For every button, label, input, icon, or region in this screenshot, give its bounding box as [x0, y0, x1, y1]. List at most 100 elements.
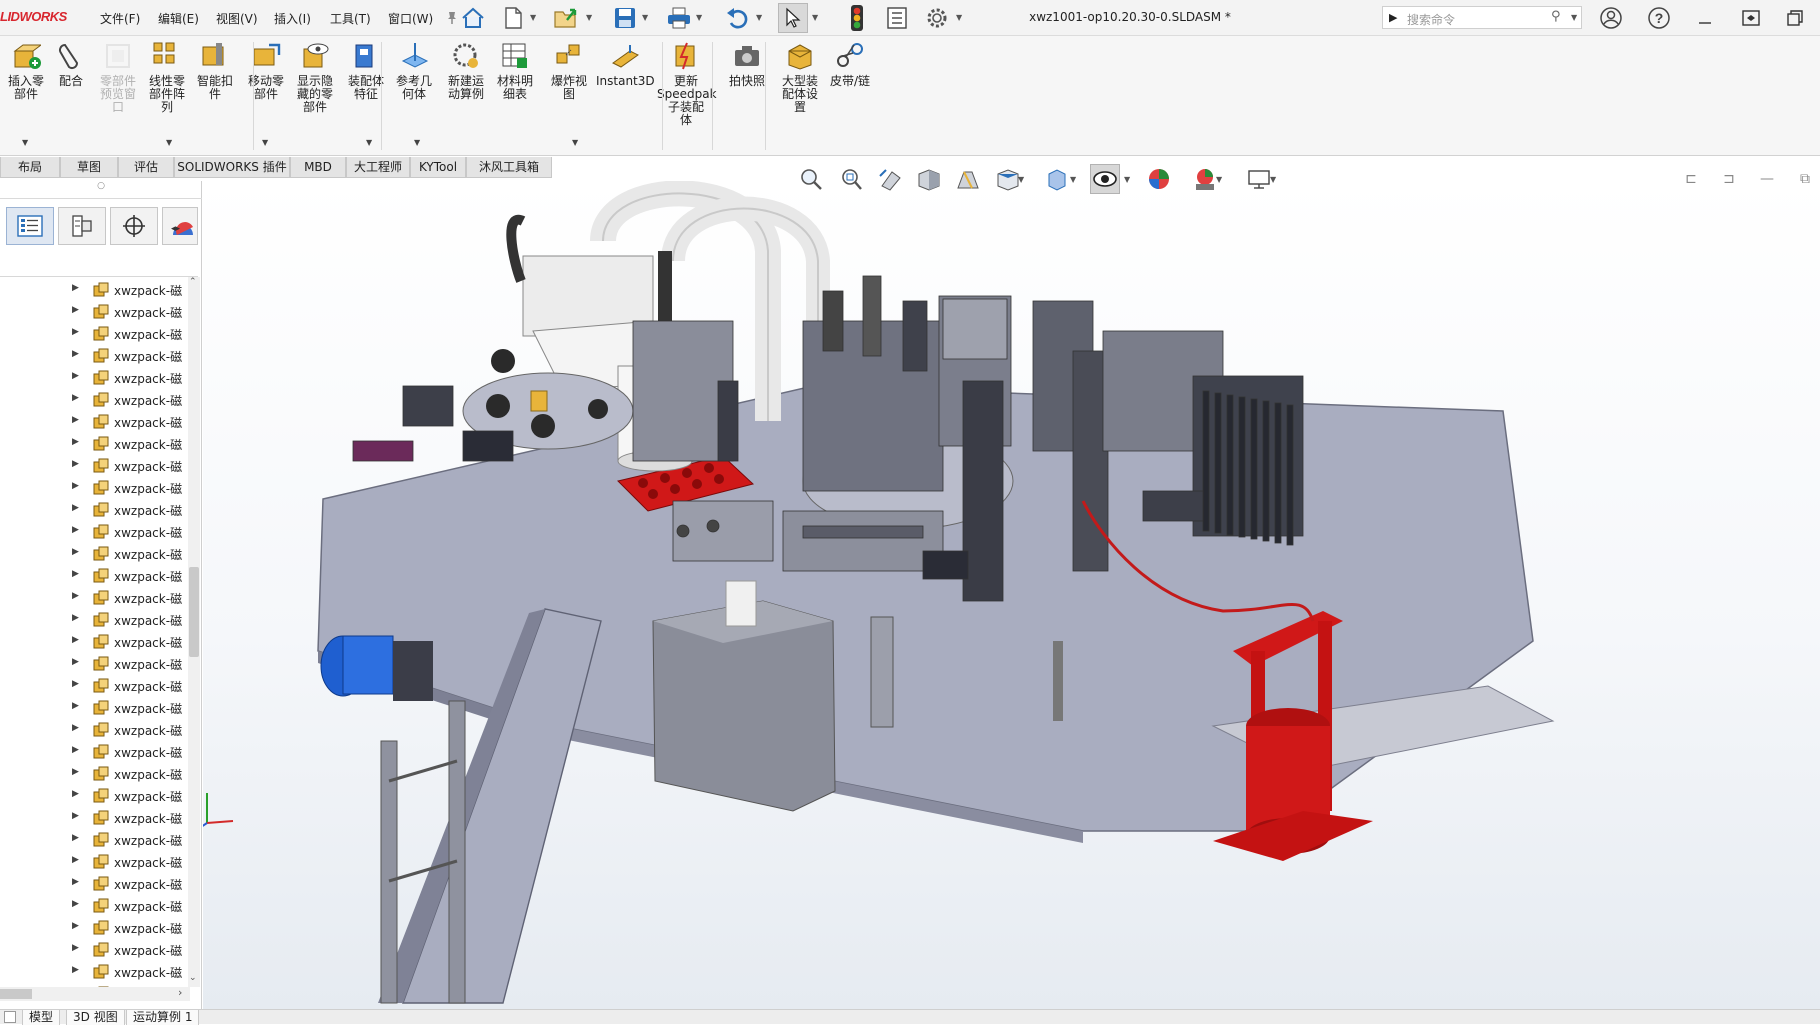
tab-model[interactable]: 模型 — [22, 1010, 61, 1025]
expand-arrow-icon[interactable]: ▶ — [72, 371, 79, 381]
reference-geometry-button[interactable]: 参考几 何体 — [393, 40, 435, 101]
tree-filter-bar[interactable] — [0, 255, 198, 277]
tab-layout[interactable]: 布局 — [0, 157, 60, 178]
tree-item[interactable]: ▶ xwzpack-磁 — [0, 301, 190, 323]
hud-dropdown-icon[interactable]: ▼ — [1018, 175, 1024, 184]
expand-arrow-icon[interactable]: ▶ — [72, 283, 79, 293]
graphics-viewport[interactable] — [203, 181, 1820, 1009]
expand-arrow-icon[interactable]: ▶ — [72, 965, 79, 975]
exploded-view-button[interactable]: 爆炸视 图 — [547, 40, 591, 101]
tree-scroll-thumb[interactable] — [189, 567, 199, 657]
expand-arrow-icon[interactable]: ▶ — [72, 327, 79, 337]
expand-arrow-icon[interactable]: ▶ — [72, 811, 79, 821]
linear-pattern-button[interactable]: 线性零 部件阵 列 — [145, 40, 189, 114]
search-dropdown-icon[interactable]: ▼ — [1571, 13, 1577, 22]
expand-arrow-icon[interactable]: ▶ — [72, 613, 79, 623]
ribbon-dropdown-icon[interactable]: ▼ — [166, 138, 172, 147]
print-dropdown-icon[interactable]: ▼ — [696, 13, 702, 22]
move-component-button[interactable]: 移动零 部件 — [244, 40, 288, 101]
tree-item[interactable]: ▶ xwzpack-磁 — [0, 697, 190, 719]
take-snapshot-button[interactable]: 拍快照 — [728, 40, 766, 88]
tree-item[interactable]: ▶ xwzpack-磁 — [0, 565, 190, 587]
expand-arrow-icon[interactable]: ▶ — [72, 657, 79, 667]
insert-component-button[interactable]: 插入零 部件 — [6, 40, 46, 101]
component-preview-button[interactable]: 零部件 预览窗 口 — [96, 40, 140, 114]
menu-view[interactable]: 视图(V) — [216, 10, 258, 27]
tab-evaluate[interactable]: 评估 — [118, 157, 174, 178]
viewport-minimize-icon[interactable]: — — [1756, 164, 1778, 194]
expand-arrow-icon[interactable]: ▶ — [72, 877, 79, 887]
select-dropdown-icon[interactable]: ▼ — [812, 13, 818, 22]
help-icon[interactable]: ? — [1644, 4, 1674, 32]
expand-arrow-icon[interactable]: ▶ — [72, 349, 79, 359]
large-assembly-settings-button[interactable]: 大型装 配体设 置 — [778, 40, 822, 114]
property-manager-tab-icon[interactable] — [58, 207, 106, 245]
belt-chain-button[interactable]: 皮带/链 — [828, 40, 872, 88]
tree-item[interactable]: ▶ xwzpack-磁 — [0, 851, 190, 873]
tree-item[interactable]: ▶ xwzpack-磁 — [0, 367, 190, 389]
expand-arrow-icon[interactable]: ▶ — [72, 591, 79, 601]
user-account-icon[interactable] — [1596, 4, 1626, 32]
tree-vertical-scrollbar[interactable]: ⌃ ⌄ — [188, 277, 200, 987]
expand-arrow-icon[interactable]: ▶ — [72, 305, 79, 315]
tree-item[interactable]: ▶ xwzpack-磁 — [0, 411, 190, 433]
tree-item[interactable]: ▶ xwzpack-磁 — [0, 675, 190, 697]
scroll-up-icon[interactable]: ⌃ — [189, 277, 197, 287]
hud-dropdown-icon[interactable]: ▼ — [1216, 175, 1222, 184]
home-icon[interactable] — [458, 3, 488, 33]
ribbon-dropdown-icon[interactable]: ▼ — [22, 138, 28, 147]
tab-mufeng-toolbox[interactable]: 沐风工具箱 — [466, 157, 552, 178]
expand-arrow-icon[interactable]: ▶ — [72, 679, 79, 689]
tree-item[interactable]: ▶ xwzpack-磁 — [0, 741, 190, 763]
tree-item[interactable]: ▶ xwzpack-磁 — [0, 455, 190, 477]
expand-arrow-icon[interactable]: ▶ — [72, 789, 79, 799]
search-command-field[interactable]: ▶ 搜索命令 ⚲ ▼ — [1382, 6, 1582, 29]
tree-item[interactable]: ▶ xwzpack-磁 — [0, 279, 190, 301]
hud-dropdown-icon[interactable]: ▼ — [1270, 175, 1276, 184]
open-icon[interactable] — [552, 3, 582, 33]
dynamic-annotation-icon[interactable] — [952, 164, 982, 194]
tree-item[interactable]: ▶ xwzpack-磁 — [0, 719, 190, 741]
maximize-icon[interactable] — [1780, 4, 1810, 32]
tree-item[interactable]: ▶ xwzpack-磁 — [0, 785, 190, 807]
tree-item[interactable]: ▶ xwzpack-磁 — [0, 521, 190, 543]
menu-insert[interactable]: 插入(I) — [274, 10, 311, 27]
configuration-manager-tab-icon[interactable] — [110, 207, 158, 245]
expand-arrow-icon[interactable]: ▶ — [72, 503, 79, 513]
print-icon[interactable] — [664, 3, 694, 33]
menu-window[interactable]: 窗口(W) — [388, 10, 433, 27]
tab-3d-view[interactable]: 3D 视图 — [66, 1010, 125, 1025]
tab-mbd[interactable]: MBD — [290, 157, 346, 178]
expand-arrow-icon[interactable]: ▶ — [72, 547, 79, 557]
tree-item[interactable]: ▶ xwzpack-磁 — [0, 873, 190, 895]
file-properties-icon[interactable] — [882, 3, 912, 33]
tab-sketch[interactable]: 草图 — [60, 157, 118, 178]
new-document-icon[interactable] — [498, 3, 528, 33]
expand-arrow-icon[interactable]: ▶ — [72, 701, 79, 711]
rebuild-traffic-light-icon[interactable] — [842, 3, 872, 33]
bill-of-materials-button[interactable]: 材料明 细表 — [494, 40, 536, 101]
select-icon[interactable] — [778, 3, 808, 33]
expand-arrow-icon[interactable]: ▶ — [72, 481, 79, 491]
expand-arrow-icon[interactable]: ▶ — [72, 635, 79, 645]
tree-item[interactable]: ▶ xwzpack-磁 — [0, 345, 190, 367]
tree-item[interactable]: ▶ xwzpack-磁 — [0, 433, 190, 455]
display-manager-tab-icon[interactable]: ◂▸ — [162, 207, 198, 245]
minimize-icon[interactable] — [1690, 4, 1720, 32]
ribbon-dropdown-icon[interactable]: ▼ — [572, 138, 578, 147]
hide-show-items-icon[interactable] — [1090, 164, 1120, 194]
smart-fasteners-button[interactable]: 智能扣 件 — [195, 40, 235, 101]
tree-item[interactable]: ▶ xwzpack-磁 — [0, 587, 190, 609]
viewport-collapse-right-icon[interactable]: ⊐ — [1718, 164, 1740, 194]
tab-motion-study-1[interactable]: 运动算例 1 — [126, 1010, 200, 1025]
section-view-icon[interactable] — [914, 164, 944, 194]
tree-item[interactable]: ▶ xwzpack-磁 — [0, 477, 190, 499]
expand-arrow-icon[interactable]: ▶ — [72, 723, 79, 733]
tree-item[interactable]: ▶ xwzpack-磁 — [0, 895, 190, 917]
save-icon[interactable] — [610, 3, 640, 33]
tree-item[interactable]: ▶ xwzpack-磁 — [0, 763, 190, 785]
undo-dropdown-icon[interactable]: ▼ — [756, 13, 762, 22]
tree-horizontal-scrollbar[interactable]: › — [0, 986, 190, 1001]
tree-item[interactable]: ▶ xwzpack-磁 — [0, 609, 190, 631]
ribbon-dropdown-icon[interactable]: ▼ — [262, 138, 268, 147]
